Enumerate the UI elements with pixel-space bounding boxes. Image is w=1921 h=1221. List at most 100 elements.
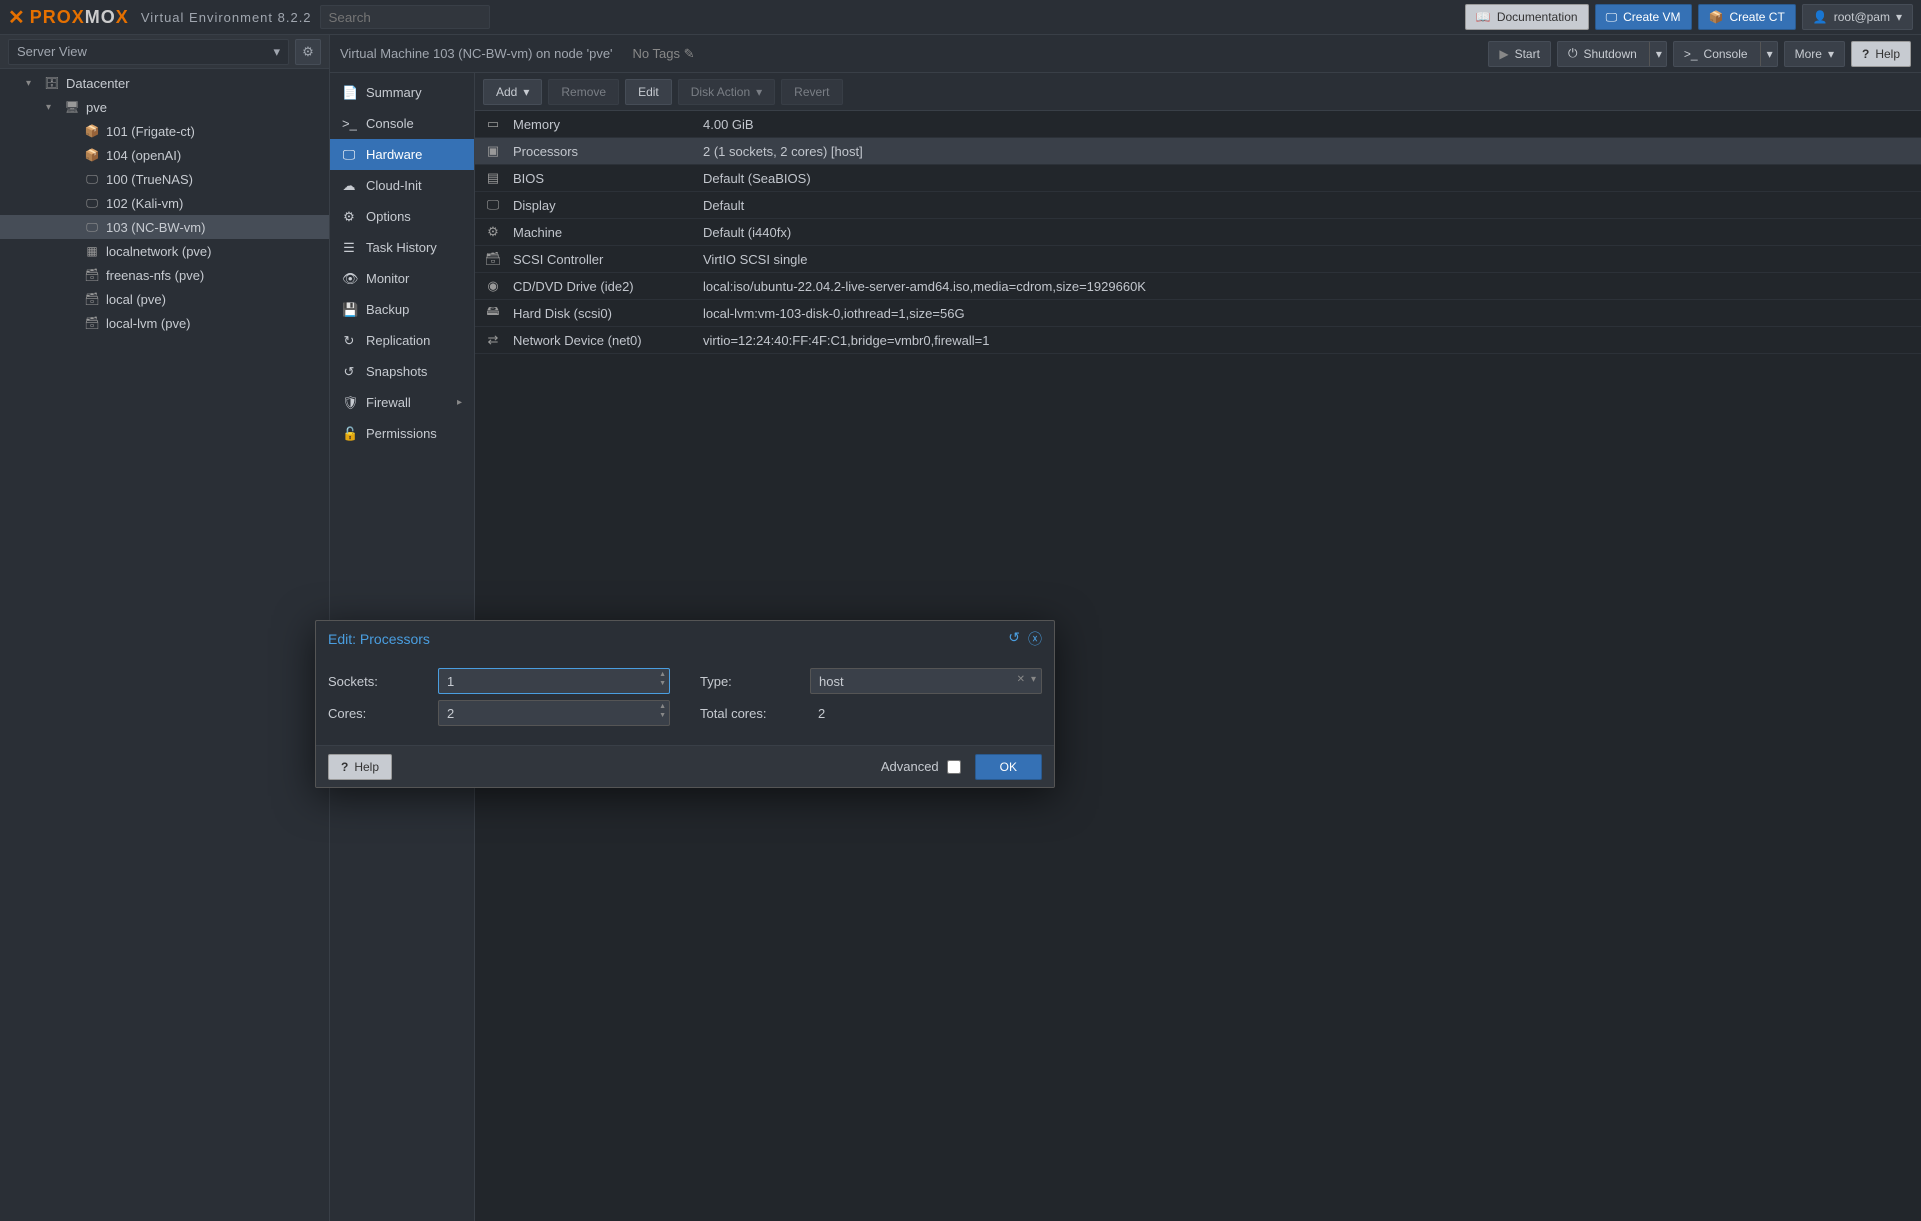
sockets-input[interactable] (438, 668, 670, 694)
hardware-row-processors[interactable]: ▣ Processors 2 (1 sockets, 2 cores) [host] (475, 138, 1921, 165)
revert-button[interactable]: Revert (781, 79, 842, 105)
add-button[interactable]: Add ▾ (483, 79, 542, 105)
subnav-label: Hardware (366, 147, 422, 162)
server-view-dropdown[interactable]: Server View▾ (8, 39, 289, 65)
breadcrumb: Virtual Machine 103 (NC-BW-vm) on node '… (340, 46, 613, 61)
hdd-icon: 🖴 (483, 302, 503, 324)
bios-icon: ▤ (483, 170, 503, 186)
remove-button[interactable]: Remove (548, 79, 619, 105)
tree-node-datacenter[interactable]: ▾🗄Datacenter (0, 71, 329, 95)
expand-arrow-icon[interactable]: ▾ (46, 102, 58, 113)
hardware-row-machine[interactable]: ⚙MachineDefault (i440fx) (475, 219, 1921, 246)
hardware-row-hard-disk-scsi0-[interactable]: 🖴Hard Disk (scsi0)local-lvm:vm-103-disk-… (475, 300, 1921, 327)
hardware-row-cd-dvd-drive-ide2-[interactable]: ◉CD/DVD Drive (ide2)local:iso/ubuntu-22.… (475, 273, 1921, 300)
cores-spinner-arrows[interactable]: ▲▼ (659, 702, 666, 720)
resource-tree: ▾🗄Datacenter▾🖥pve📦101 (Frigate-ct)📦104 (… (0, 69, 329, 1221)
documentation-button[interactable]: 📖Documentation (1465, 4, 1589, 30)
sockets-spinner-arrows[interactable]: ▲▼ (659, 670, 666, 688)
hardware-value: VirtIO SCSI single (703, 252, 1913, 267)
clear-icon[interactable]: ✕ (1017, 674, 1025, 685)
subnav-label: Replication (366, 333, 430, 348)
hardware-label: Processors (513, 144, 693, 159)
subnav-replication[interactable]: ↻Replication (330, 325, 474, 356)
user-menu-button[interactable]: 👤root@pam▾ (1802, 4, 1913, 30)
console-dropdown[interactable]: ▾ (1760, 42, 1773, 66)
reset-icon[interactable]: ↺ (1008, 629, 1020, 649)
hardware-value: Default (i440fx) (703, 225, 1913, 240)
snapshot-icon: ↺ (342, 364, 356, 380)
no-tags-label[interactable]: No Tags ✎ (633, 46, 695, 62)
search-input[interactable] (320, 5, 490, 29)
hardware-value: 2 (1 sockets, 2 cores) [host] (703, 144, 1913, 159)
tree-node-103-nc-bw-vm-[interactable]: 🖵103 (NC-BW-vm) (0, 215, 329, 239)
close-icon[interactable]: ⓧ (1028, 629, 1042, 649)
tree-node-100-truenas-[interactable]: 🖵100 (TrueNAS) (0, 167, 329, 191)
chevron-down-icon[interactable]: ▾ (1031, 674, 1036, 685)
subnav-label: Backup (366, 302, 409, 317)
subnav-label: Cloud-Init (366, 178, 422, 193)
create-vm-button[interactable]: 🖵Create VM (1595, 4, 1692, 30)
hardware-row-network-device-net0-[interactable]: ⇄Network Device (net0)virtio=12:24:40:FF… (475, 327, 1921, 354)
hardware-label: SCSI Controller (513, 252, 693, 267)
subnav-summary[interactable]: 📄 Summary (330, 77, 474, 108)
advanced-checkbox[interactable] (947, 760, 961, 774)
tree-node-freenas-nfs-pve-[interactable]: 🗃freenas-nfs (pve) (0, 263, 329, 287)
shutdown-button[interactable]: ⏻Shutdown▾ (1557, 41, 1667, 67)
disk-action-button[interactable]: Disk Action ▾ (678, 79, 775, 105)
shutdown-dropdown[interactable]: ▾ (1649, 42, 1662, 66)
subnav-snapshots[interactable]: ↺Snapshots (330, 356, 474, 387)
subnav-label: Permissions (366, 426, 437, 441)
hardware-row-bios[interactable]: ▤BIOSDefault (SeaBIOS) (475, 165, 1921, 192)
tree-node-label: 103 (NC-BW-vm) (106, 220, 205, 235)
hardware-row-scsi-controller[interactable]: 🗃SCSI ControllerVirtIO SCSI single (475, 246, 1921, 273)
cores-input[interactable] (438, 700, 670, 726)
tree-node-localnetwork-pve-[interactable]: ▦localnetwork (pve) (0, 239, 329, 263)
network-icon: ▦ (84, 243, 100, 259)
create-ct-button[interactable]: 📦Create CT (1698, 4, 1796, 30)
monitor-icon: 👁 (342, 271, 356, 287)
ok-button[interactable]: OK (975, 754, 1042, 780)
subnav-backup[interactable]: 💾Backup (330, 294, 474, 325)
summary-icon: 📄 (342, 85, 356, 101)
hardware-row-memory[interactable]: ▭Memory4.00 GiB (475, 111, 1921, 138)
subnav-task-history[interactable]: ☰Task History (330, 232, 474, 263)
tree-node-101-frigate-ct-[interactable]: 📦101 (Frigate-ct) (0, 119, 329, 143)
subnav-label: Summary (366, 85, 422, 100)
modal-help-button[interactable]: ?Help (328, 754, 392, 780)
more-button[interactable]: More ▾ (1784, 41, 1845, 67)
advanced-checkbox-label[interactable]: Advanced (881, 759, 961, 774)
hardware-row-display[interactable]: 🖵DisplayDefault (475, 192, 1921, 219)
task-icon: ☰ (342, 240, 356, 256)
subnav-hardware[interactable]: 🖵Hardware (330, 139, 474, 170)
gear-icon: ⚙ (342, 209, 356, 225)
subnav-console[interactable]: >_Console (330, 108, 474, 139)
start-button[interactable]: ▶Start (1488, 41, 1551, 67)
subnav-options[interactable]: ⚙Options (330, 201, 474, 232)
tree-node-local-pve-[interactable]: 🗃local (pve) (0, 287, 329, 311)
expand-arrow-icon[interactable]: ▾ (26, 78, 38, 89)
tree-node-pve[interactable]: ▾🖥pve (0, 95, 329, 119)
tree-node-local-lvm-pve-[interactable]: 🗃local-lvm (pve) (0, 311, 329, 335)
chevron-right-icon: ▸ (457, 397, 462, 408)
hardware-label: Display (513, 198, 693, 213)
hardware-value: local-lvm:vm-103-disk-0,iothread=1,size=… (703, 306, 1913, 321)
tree-node-102-kali-vm-[interactable]: 🖵102 (Kali-vm) (0, 191, 329, 215)
console-icon: >_ (342, 116, 356, 131)
node-icon: 🖥 (64, 99, 80, 115)
ct-icon: 📦 (1709, 10, 1724, 24)
sidebar-settings-button[interactable]: ⚙ (295, 39, 321, 65)
logo: ✕ PROXMOX Virtual Environment 8.2.2 (8, 5, 312, 30)
cpu-icon: ▣ (483, 143, 503, 159)
help-button[interactable]: ?Help (1851, 41, 1911, 67)
top-bar: ✕ PROXMOX Virtual Environment 8.2.2 📖Doc… (0, 0, 1921, 35)
hardware-value: 4.00 GiB (703, 117, 1913, 132)
subnav-monitor[interactable]: 👁Monitor (330, 263, 474, 294)
edit-button[interactable]: Edit (625, 79, 672, 105)
cores-label: Cores: (328, 706, 438, 721)
subnav-permissions[interactable]: 🔓Permissions (330, 418, 474, 449)
subnav-firewall[interactable]: 🛡Firewall▸ (330, 387, 474, 418)
console-button[interactable]: >_Console▾ (1673, 41, 1778, 67)
tree-node-104-openai-[interactable]: 📦104 (openAI) (0, 143, 329, 167)
type-combo[interactable] (810, 668, 1042, 694)
subnav-cloud-init[interactable]: ☁Cloud-Init (330, 170, 474, 201)
